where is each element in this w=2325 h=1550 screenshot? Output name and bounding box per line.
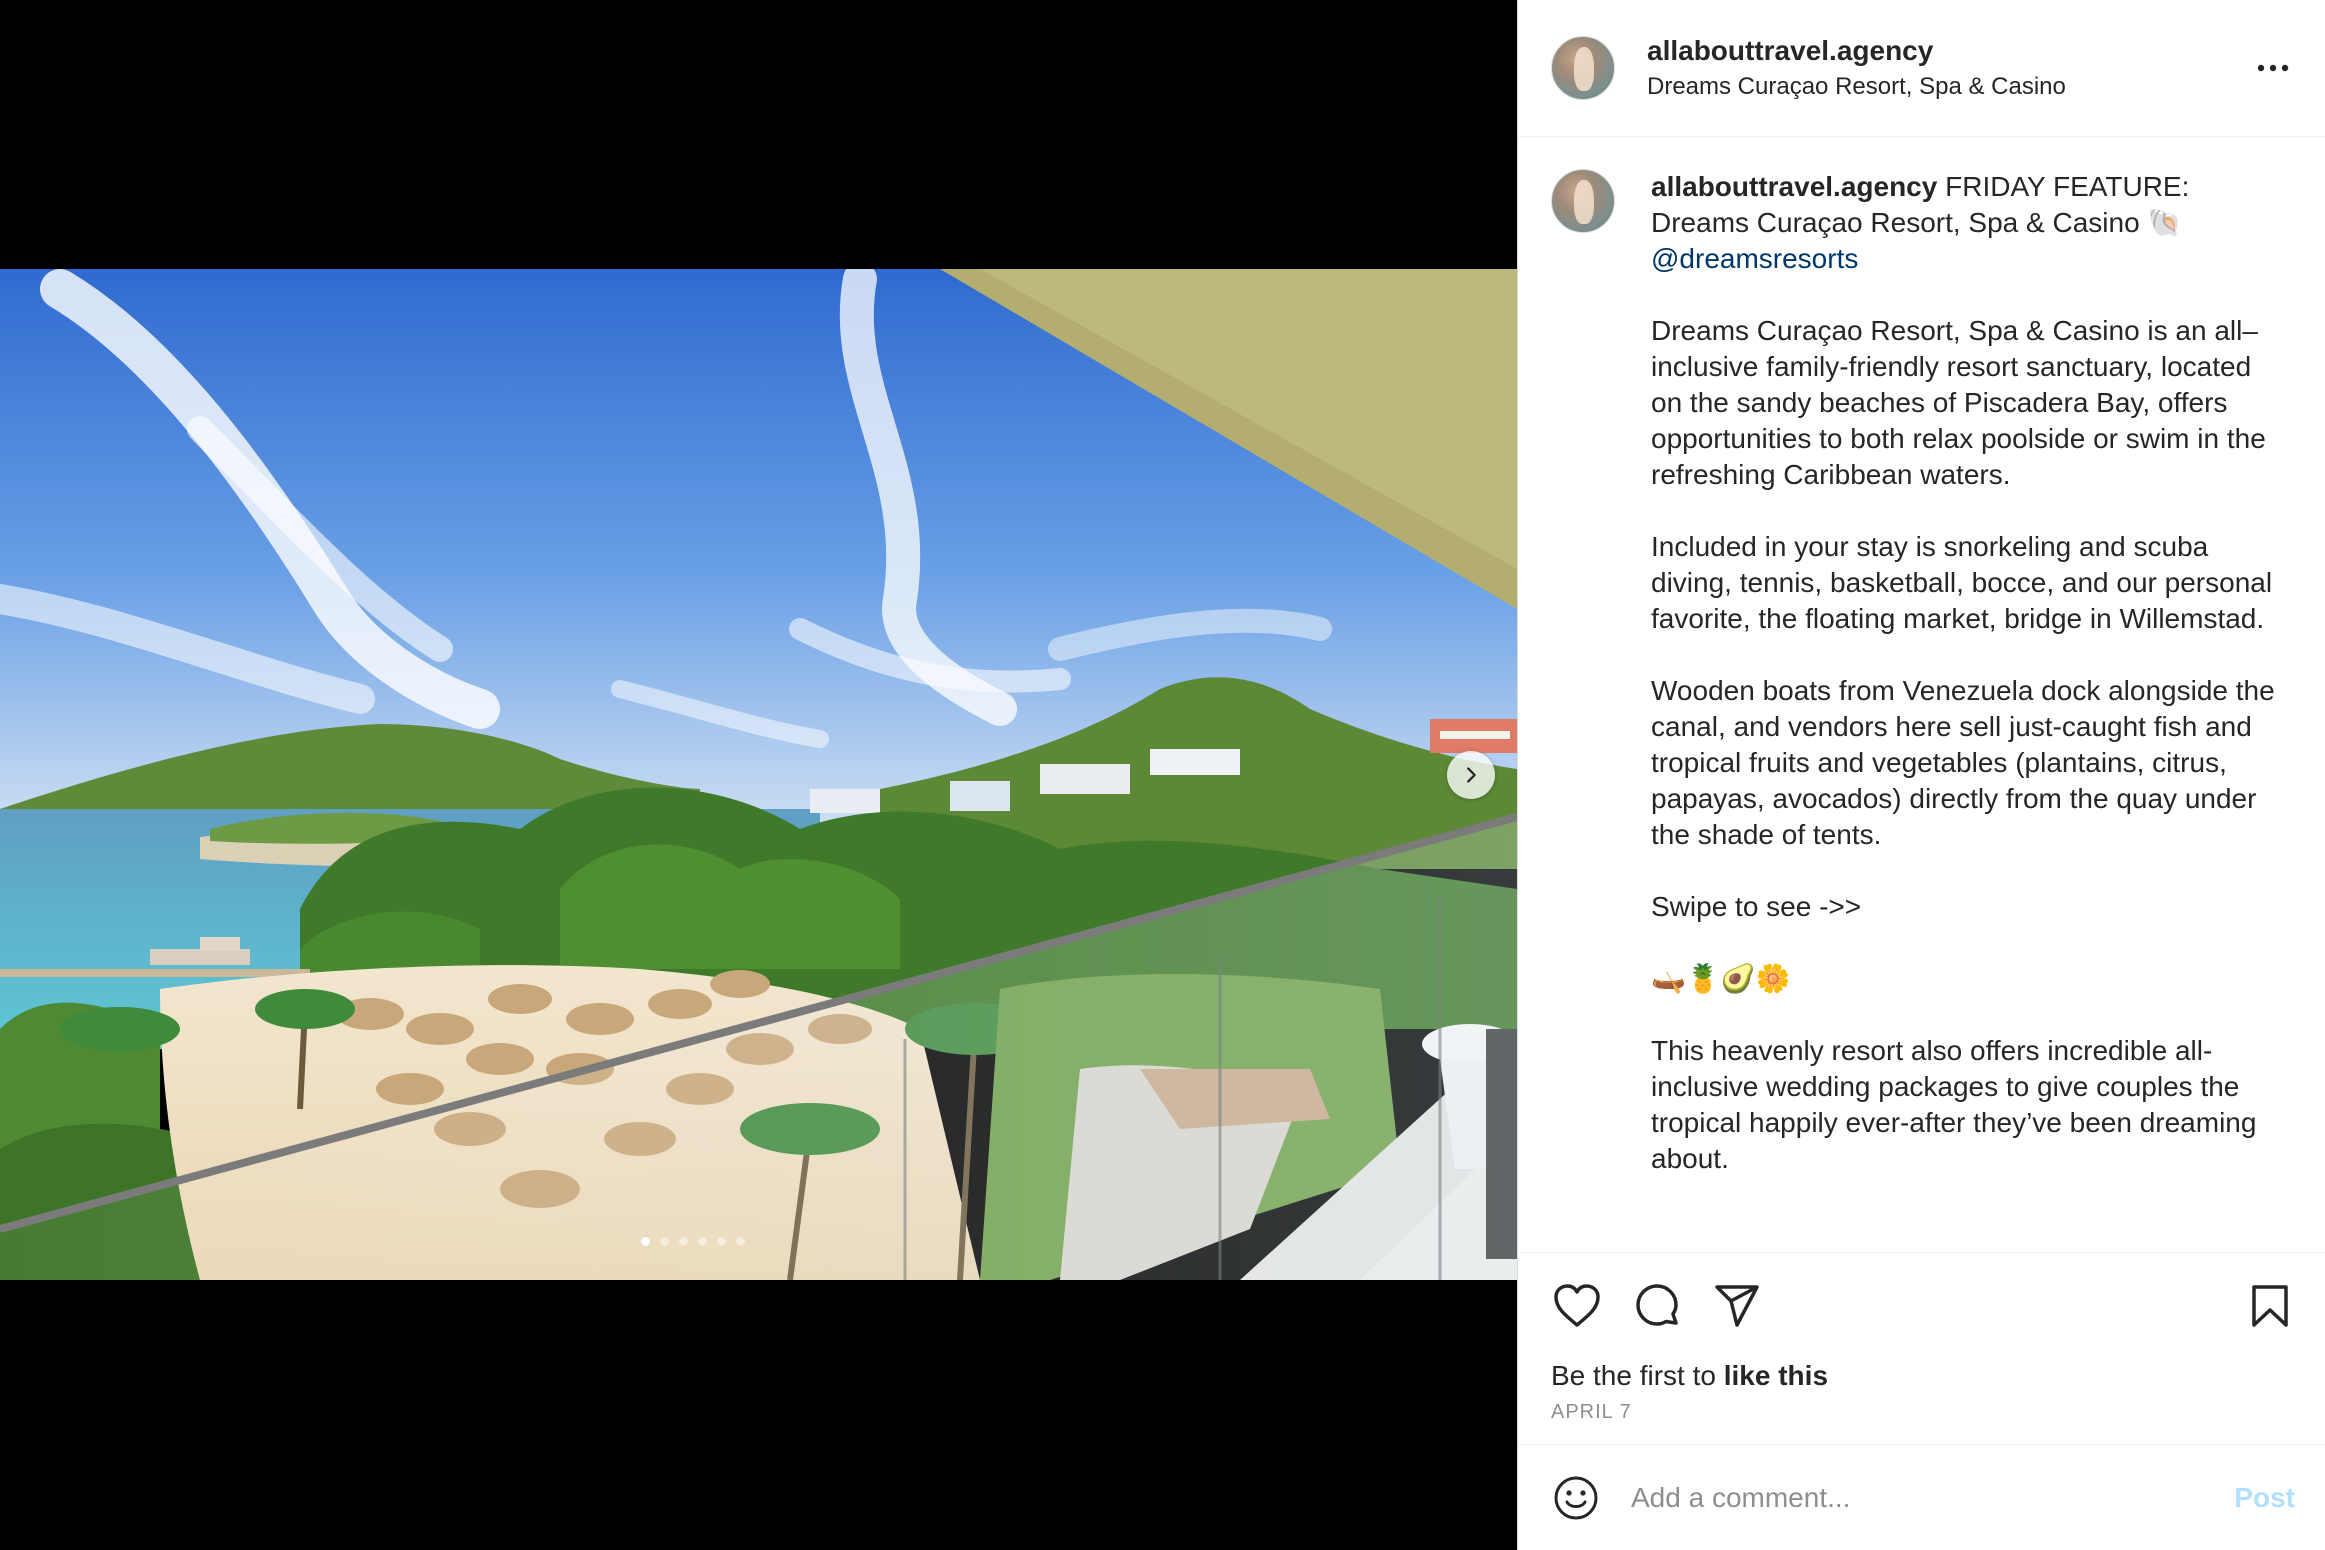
header-text: allabouttravel.agency Dreams Curaçao Res… [1647,33,2253,103]
avatar[interactable] [1551,36,1615,100]
emoji-picker-button[interactable] [1551,1473,1601,1523]
likes-prefix: Be the first to [1551,1360,1724,1391]
carousel-dot [717,1237,726,1246]
carousel-dot [641,1237,650,1246]
more-horizontal-icon [2257,64,2289,72]
carousel-indicator [0,1237,1517,1246]
post-photo[interactable] [0,269,1517,1280]
comment-input[interactable] [1631,1481,2235,1514]
like-this-link[interactable]: like this [1724,1360,1828,1391]
comment-composer: Post [1518,1444,2325,1550]
comment-bubble-icon [1636,1283,1678,1326]
caption-paragraph: Included in your stay is snorkeling and … [1651,531,2280,634]
share-button[interactable] [1710,1279,1764,1333]
post-header: allabouttravel.agency Dreams Curaçao Res… [1518,0,2325,137]
caption-paragraph: Wooden boats from Venezuela dock alongsi… [1651,675,2283,850]
more-options-button[interactable] [2253,48,2293,88]
post-location[interactable]: Dreams Curaçao Resort, Spa & Casino [1647,71,2253,103]
smiley-icon [1554,1476,1598,1519]
save-button[interactable] [2243,1279,2297,1333]
action-bar [1518,1252,2325,1358]
caption-paragraph: Swipe to see ->> [1651,891,1862,922]
resort-photo-illustration [0,269,1517,1280]
carousel-dot [736,1237,745,1246]
comment-button[interactable] [1630,1279,1684,1333]
caption-avatar[interactable] [1551,169,1615,233]
instagram-post-viewer: allabouttravel.agency Dreams Curaçao Res… [0,0,2325,1550]
chevron-right-icon [1467,767,1476,783]
post-date[interactable]: APRIL 7 [1518,1394,2325,1444]
heart-icon [1554,1283,1600,1327]
mention-link[interactable]: @dreamsresorts [1651,243,1858,274]
caption-text: allabouttravel.agency FRIDAY FEATURE: Dr… [1651,169,2289,1252]
carousel-dot [698,1237,707,1246]
carousel-dot [679,1237,688,1246]
paper-plane-icon [1715,1284,1759,1327]
caption-section: allabouttravel.agency FRIDAY FEATURE: Dr… [1518,137,2325,1252]
carousel-dot [660,1237,669,1246]
caption-paragraph: This heavenly resort also offers incredi… [1651,1035,2265,1174]
post-side-panel: allabouttravel.agency Dreams Curaçao Res… [1517,0,2325,1550]
bookmark-icon [2252,1284,2288,1327]
caption-first-paragraph: allabouttravel.agency FRIDAY FEATURE: Dr… [1651,169,2289,277]
post-username[interactable]: allabouttravel.agency [1647,33,2253,69]
like-button[interactable] [1550,1279,1604,1333]
likes-summary: Be the first to like this [1518,1358,2325,1394]
caption-paragraph: 🛶🍍🥑🌼 [1651,963,1791,994]
next-slide-button[interactable] [1447,751,1495,799]
caption-paragraph: Dreams Curaçao Resort, Spa & Casino is a… [1651,315,2274,490]
post-comment-button[interactable]: Post [2234,1482,2295,1514]
post-media-area [0,0,1517,1550]
caption-username[interactable]: allabouttravel.agency [1651,171,1937,202]
